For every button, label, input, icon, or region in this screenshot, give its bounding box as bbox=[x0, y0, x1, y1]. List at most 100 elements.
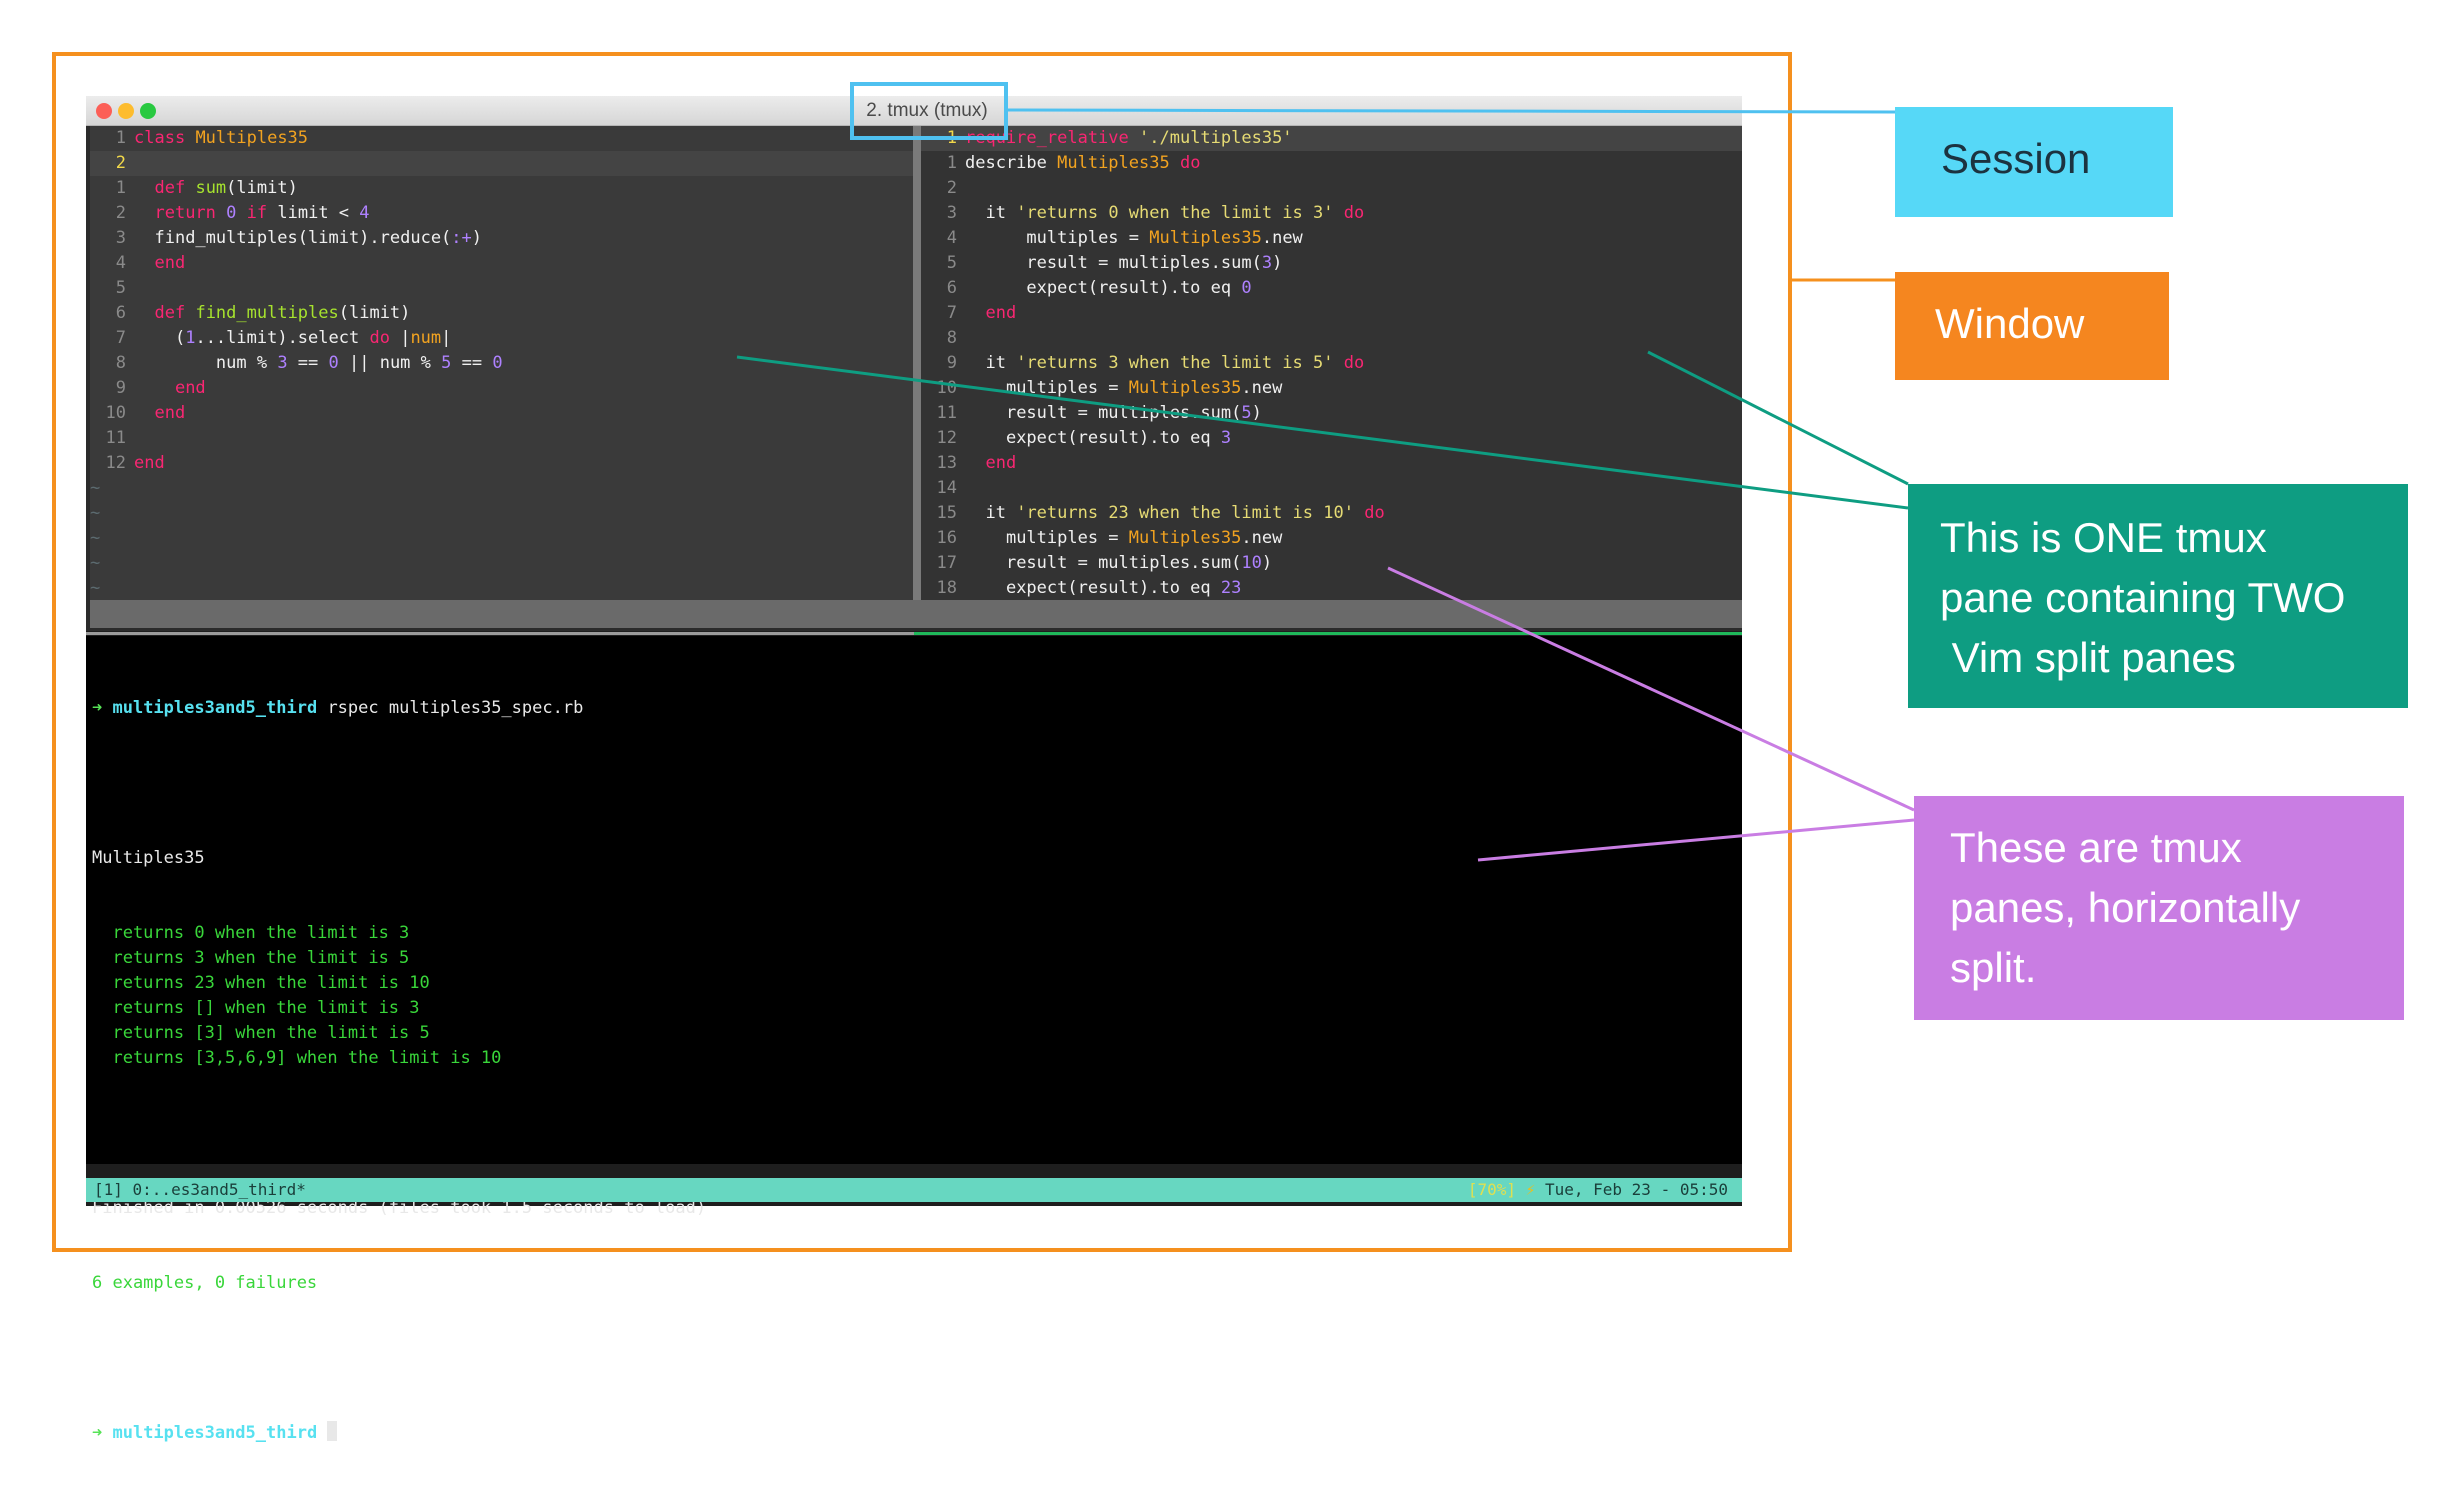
line-number: 12 bbox=[105, 453, 126, 473]
code-text: end bbox=[985, 453, 1017, 473]
code-line[interactable]: 5 bbox=[90, 276, 913, 301]
code-text: end bbox=[174, 378, 206, 398]
vim-left-split[interactable]: 1 class Multiples35 2 1 def sum(limit) 2 ret… bbox=[90, 126, 913, 600]
code-line[interactable]: 3 find_multiples(limit).reduce(:+) bbox=[90, 226, 913, 251]
code-text: result = multiples.sum(5) bbox=[1005, 403, 1262, 423]
line-number: 4 bbox=[115, 253, 126, 273]
code-line[interactable]: 4 end bbox=[90, 251, 913, 276]
line-number: 8 bbox=[115, 353, 126, 373]
code-line[interactable]: 11 bbox=[90, 426, 913, 451]
terminal-window: 2. tmux (tmux) 1 class Multiples35 2 1 def … bbox=[86, 96, 1742, 1443]
code-line[interactable]: 3 it 'returns 0 when the limit is 3' do bbox=[921, 201, 1742, 226]
code-text: result = multiples.sum(10) bbox=[1005, 553, 1273, 573]
code-line[interactable]: 15 it 'returns 23 when the limit is 10' … bbox=[921, 501, 1742, 526]
line-number: 16 bbox=[936, 528, 957, 548]
vim-right-split[interactable]: 1 require_relative './multiples35' 1 descri… bbox=[921, 126, 1742, 600]
code-line[interactable]: 2 bbox=[90, 151, 913, 176]
line-number: 11 bbox=[936, 403, 957, 423]
code-line[interactable]: 10 end bbox=[90, 401, 913, 426]
battery-level: [70%] bbox=[1467, 1180, 1517, 1199]
code-text: end bbox=[985, 303, 1017, 323]
prompt-arrow-icon: ➜ bbox=[92, 698, 113, 718]
prompt-line[interactable]: ➜ multiples3and5_third bbox=[92, 1421, 1736, 1446]
code-text: num % 3 == 0 || num % 5 == 0 bbox=[215, 353, 503, 373]
code-text: class Multiples35 bbox=[134, 128, 309, 148]
shell-tmux-pane[interactable]: ➜ multiples3and5_third rspec multiples35… bbox=[86, 636, 1742, 1443]
empty-line-marker: ~ bbox=[90, 553, 101, 573]
line-number: 11 bbox=[105, 428, 126, 448]
code-line[interactable]: 4 multiples = Multiples35.new bbox=[921, 226, 1742, 251]
line-number: 9 bbox=[115, 378, 126, 398]
line-number: 2 bbox=[115, 153, 126, 173]
code-line[interactable]: 18 expect(result).to eq 23 bbox=[921, 576, 1742, 600]
code-line[interactable]: 6 def find_multiples(limit) bbox=[90, 301, 913, 326]
line-number: 1 bbox=[115, 178, 126, 198]
cursor bbox=[327, 1421, 338, 1441]
tmux-window-list[interactable]: [1] 0:..es3and5_third* bbox=[94, 1178, 306, 1202]
code-line[interactable]: 16 multiples = Multiples35.new bbox=[921, 526, 1742, 551]
line-number: 4 bbox=[946, 228, 957, 248]
code-text: (1...limit).select do |num| bbox=[174, 328, 452, 348]
line-number: 2 bbox=[946, 178, 957, 198]
code-line[interactable]: 14 bbox=[921, 476, 1742, 501]
line-number: 17 bbox=[936, 553, 957, 573]
line-number: 18 bbox=[936, 578, 957, 598]
code-text: end bbox=[134, 453, 165, 473]
code-line[interactable]: 13 end bbox=[921, 451, 1742, 476]
test-result: returns 0 when the limit is 3 bbox=[92, 923, 410, 943]
code-line[interactable]: 12 end bbox=[90, 451, 913, 476]
line-number: 7 bbox=[946, 303, 957, 323]
code-text: find_multiples(limit).reduce(:+) bbox=[154, 228, 483, 248]
code-text: return 0 if limit < 4 bbox=[154, 203, 370, 223]
command-text: rspec multiples35_spec.rb bbox=[327, 698, 584, 718]
code-line[interactable]: 8 bbox=[921, 326, 1742, 351]
line-number: 8 bbox=[946, 328, 957, 348]
line-number: 3 bbox=[946, 203, 957, 223]
empty-line-marker: ~ bbox=[90, 503, 101, 523]
code-line[interactable]: 12 expect(result).to eq 3 bbox=[921, 426, 1742, 451]
close-icon[interactable] bbox=[96, 103, 112, 119]
prompt-arrow-icon: ➜ bbox=[92, 1423, 113, 1443]
vim-split-separator[interactable] bbox=[913, 126, 921, 600]
window-label: Window bbox=[1895, 272, 2169, 380]
line-number: 6 bbox=[115, 303, 126, 323]
summary-line: 6 examples, 0 failures bbox=[92, 1273, 318, 1293]
zoom-icon[interactable] bbox=[140, 103, 156, 119]
code-text: it 'returns 3 when the limit is 5' do bbox=[985, 353, 1365, 373]
line-number: 5 bbox=[946, 253, 957, 273]
code-text: multiples = Multiples35.new bbox=[1026, 228, 1303, 248]
tmux-status-bar: [1] 0:..es3and5_third* [70%] ⚡ Tue, Feb … bbox=[86, 1178, 1742, 1202]
code-line[interactable]: 7 end bbox=[921, 301, 1742, 326]
code-line[interactable]: 10 multiples = Multiples35.new bbox=[921, 376, 1742, 401]
empty-line-marker: ~ bbox=[90, 578, 101, 598]
empty-line-marker: ~ bbox=[90, 478, 101, 498]
code-line[interactable]: 6 expect(result).to eq 0 bbox=[921, 276, 1742, 301]
code-line[interactable]: 5 result = multiples.sum(3) bbox=[921, 251, 1742, 276]
vim-command-line[interactable] bbox=[90, 628, 1742, 631]
code-line[interactable]: 1 class Multiples35 bbox=[90, 126, 913, 151]
code-line[interactable]: 2 bbox=[921, 176, 1742, 201]
code-line[interactable]: 11 result = multiples.sum(5) bbox=[921, 401, 1742, 426]
code-text: expect(result).to eq 0 bbox=[1026, 278, 1252, 298]
code-text: expect(result).to eq 3 bbox=[1005, 428, 1232, 448]
code-text: describe Multiples35 do bbox=[965, 153, 1201, 173]
line-number: 1 bbox=[946, 153, 957, 173]
line-number: 6 bbox=[946, 278, 957, 298]
line-number: 2 bbox=[115, 203, 126, 223]
test-result: returns 23 when the limit is 10 bbox=[92, 973, 430, 993]
session-highlight bbox=[850, 82, 1008, 140]
code-line[interactable]: 17 result = multiples.sum(10) bbox=[921, 551, 1742, 576]
line-number: 9 bbox=[946, 353, 957, 373]
code-line[interactable]: 1 describe Multiples35 do bbox=[921, 151, 1742, 176]
line-number: 12 bbox=[936, 428, 957, 448]
code-line[interactable]: 9 end bbox=[90, 376, 913, 401]
code-line[interactable]: 2 return 0 if limit < 4 bbox=[90, 201, 913, 226]
code-line[interactable]: 7 (1...limit).select do |num| bbox=[90, 326, 913, 351]
vim-tmux-pane[interactable]: 1 class Multiples35 2 1 def sum(limit) 2 ret… bbox=[86, 126, 1742, 631]
code-line[interactable]: 8 num % 3 == 0 || num % 5 == 0 bbox=[90, 351, 913, 376]
code-line[interactable]: 9 it 'returns 3 when the limit is 5' do bbox=[921, 351, 1742, 376]
code-line[interactable]: 1 require_relative './multiples35' bbox=[921, 126, 1742, 151]
charging-icon: ⚡ bbox=[1525, 1180, 1536, 1199]
code-line[interactable]: 1 def sum(limit) bbox=[90, 176, 913, 201]
minimize-icon[interactable] bbox=[118, 103, 134, 119]
